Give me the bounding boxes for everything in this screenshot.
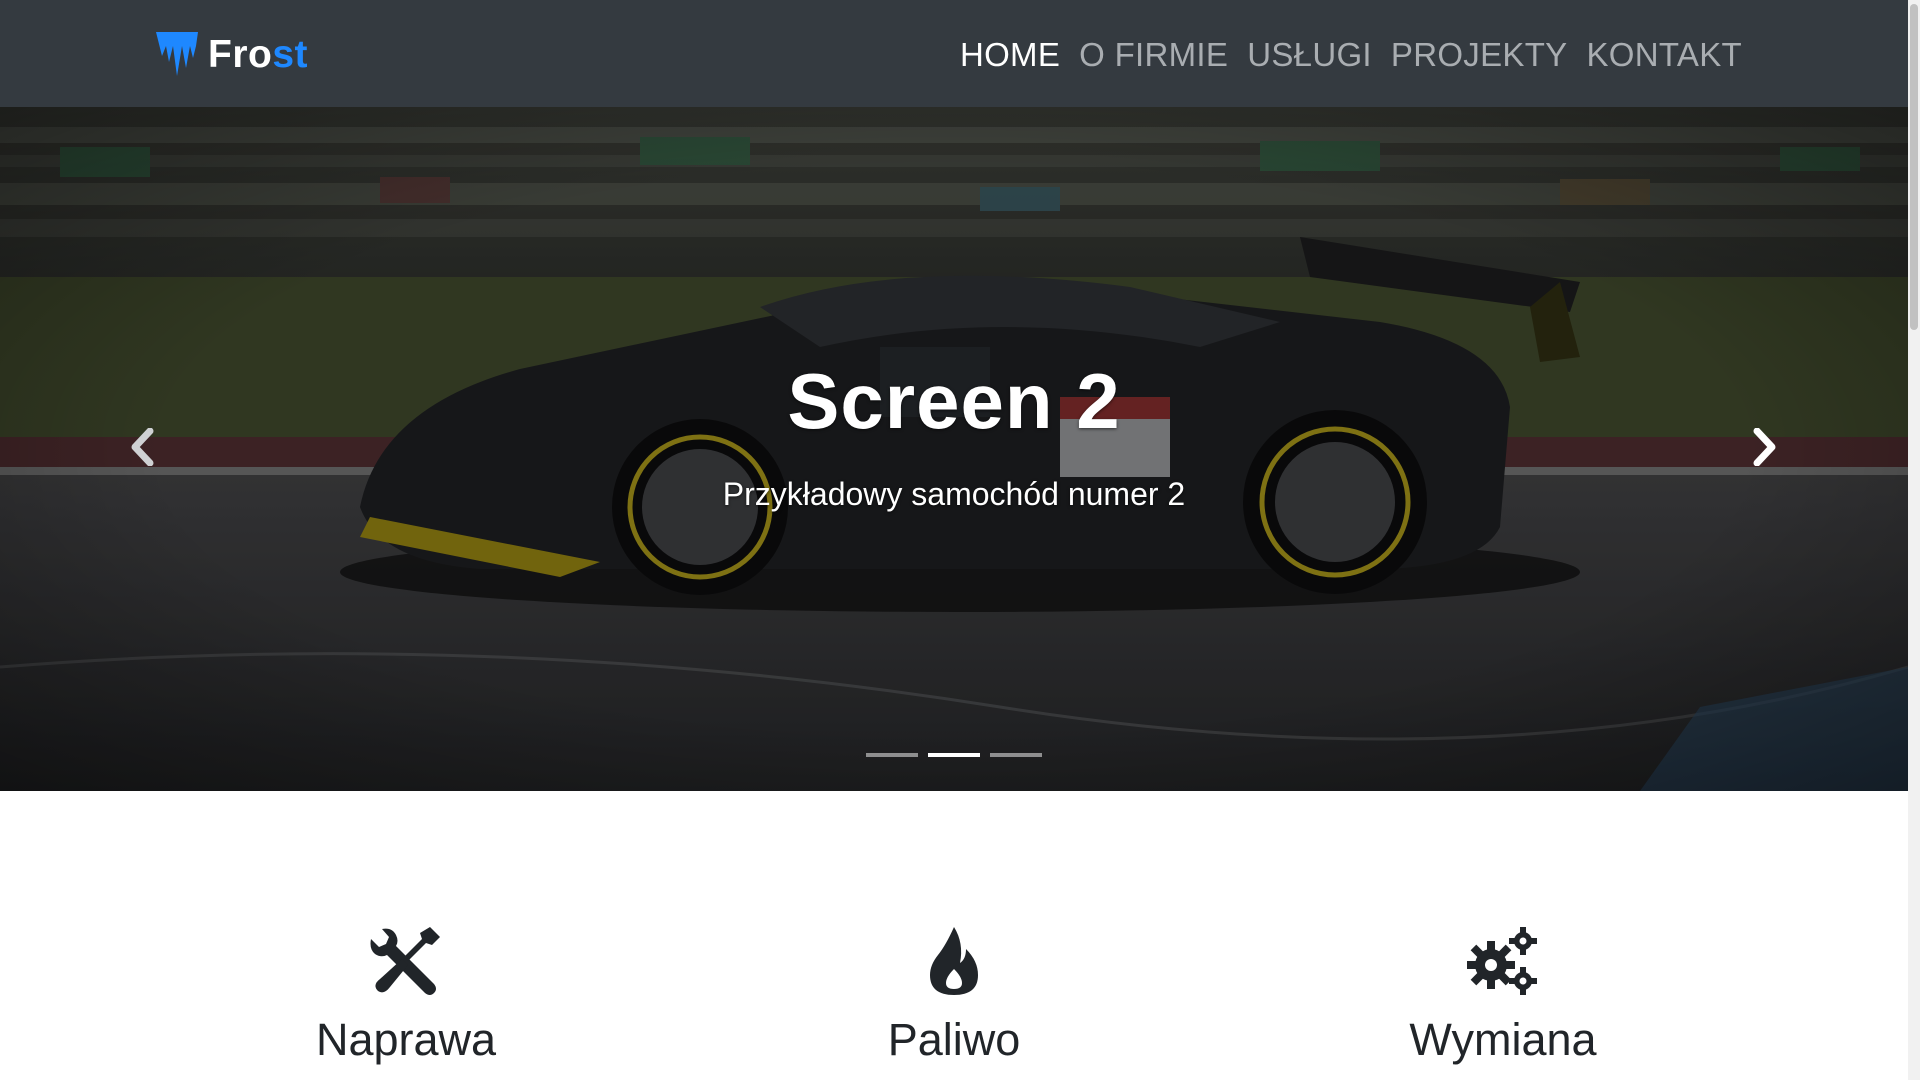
- navbar: Frost HOME O FIRMIE USŁUGI PROJEKTY KONT…: [0, 0, 1908, 107]
- carousel-prev-button[interactable]: [103, 407, 183, 487]
- feature-title: Wymiana: [1409, 1014, 1597, 1065]
- scrollbar-thumb[interactable]: [1910, 4, 1918, 330]
- features-section: Naprawa Paliwo Wymiana: [0, 791, 1908, 1080]
- carousel-indicator-3[interactable]: [990, 753, 1042, 757]
- page: Frost HOME O FIRMIE USŁUGI PROJEKTY KONT…: [0, 0, 1920, 1080]
- feature-paliwo: Paliwo: [754, 923, 1154, 1065]
- icicle-logo-icon: [156, 32, 198, 76]
- brand-logo-link[interactable]: Frost: [156, 30, 308, 78]
- slide-caption: Screen 2 Przykładowy samochód numer 2: [0, 107, 1908, 791]
- carousel-indicators: [0, 753, 1908, 757]
- nav-link-uslugi[interactable]: USŁUGI: [1247, 38, 1372, 71]
- brand-name-part2: st: [272, 32, 309, 76]
- nav-link-o-firmie[interactable]: O FIRMIE: [1079, 38, 1228, 71]
- carousel-indicator-2[interactable]: [928, 753, 980, 757]
- brand-name-part1: Fro: [208, 32, 273, 76]
- carousel-next-button[interactable]: [1724, 407, 1804, 487]
- fire-icon: [930, 927, 978, 995]
- feature-wymiana: Wymiana: [1303, 923, 1703, 1065]
- chevron-left-icon: [131, 428, 154, 466]
- cogs-icon: [1467, 927, 1537, 995]
- chevron-right-icon: [1753, 428, 1776, 466]
- slide-title: Screen 2: [787, 357, 1121, 445]
- nav-link-projekty[interactable]: PROJEKTY: [1391, 38, 1568, 71]
- page-scrollbar[interactable]: [1908, 0, 1920, 1080]
- slide-subtitle: Przykładowy samochód numer 2: [722, 476, 1186, 512]
- nav-link-kontakt[interactable]: KONTAKT: [1587, 38, 1743, 71]
- carousel-indicator-1[interactable]: [866, 753, 918, 757]
- feature-title: Naprawa: [315, 1014, 497, 1065]
- main-nav: HOME O FIRMIE USŁUGI PROJEKTY KONTAKT: [960, 30, 1742, 78]
- hero-carousel: Screen 2 Przykładowy samochód numer 2: [0, 107, 1908, 791]
- feature-naprawa: Naprawa: [206, 923, 606, 1065]
- nav-link-home[interactable]: HOME: [960, 38, 1060, 71]
- brand-name: Frost: [208, 35, 308, 74]
- tools-icon: [370, 927, 440, 995]
- feature-title: Paliwo: [887, 1014, 1021, 1065]
